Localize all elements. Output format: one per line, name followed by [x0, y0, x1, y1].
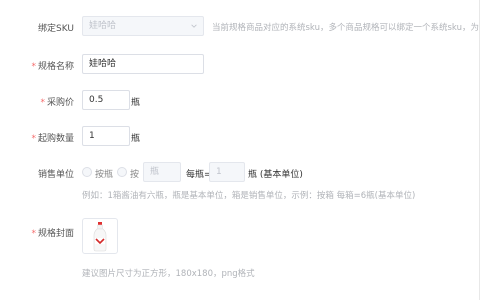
per-bottle-label: 每瓶=: [186, 170, 212, 180]
bottle-image: [93, 222, 107, 252]
radio-by-bottle[interactable]: [82, 167, 92, 177]
radio-by-bottle-label[interactable]: 按瓶: [95, 167, 113, 180]
min-qty-value: 1: [89, 131, 95, 141]
sales-unit-example: 例如：1箱酱油有六瓶，瓶是基本单位，箱是销售单位，示例：按箱 每箱=6瓶(基本单…: [82, 191, 416, 201]
sku-select[interactable]: 娃哈哈: [82, 16, 204, 36]
required-mark: *: [31, 229, 36, 239]
sku-label: 绑定SKU: [38, 24, 74, 34]
spec-name-label: * 规格名称: [31, 62, 74, 72]
box-unit-input[interactable]: 瓶: [143, 162, 181, 182]
radio-by-unit-label[interactable]: 按: [130, 167, 139, 180]
panel-divider: [479, 0, 480, 300]
spec-name-value: 娃哈哈: [89, 59, 117, 69]
min-qty-label: * 起购数量: [31, 134, 74, 144]
purchase-price-value: 0.5: [89, 95, 104, 105]
required-mark: *: [40, 98, 45, 108]
cover-hint: 建议图片尺寸为正方形，180x180，png格式: [82, 269, 255, 279]
required-mark: *: [31, 62, 36, 72]
spec-name-input[interactable]: 娃哈哈: [82, 54, 204, 74]
base-qty-value: 1: [216, 167, 222, 177]
cover-label: * 规格封面: [31, 229, 74, 239]
base-qty-input[interactable]: 1: [209, 162, 245, 182]
min-qty-input[interactable]: 1: [82, 126, 130, 146]
min-qty-unit: 瓶: [131, 134, 141, 144]
chevron-down-icon: [191, 24, 197, 28]
purchase-price-unit: 瓶: [131, 98, 141, 108]
sku-select-value: 娃哈哈: [89, 21, 117, 31]
purchase-price-input[interactable]: 0.5: [82, 90, 130, 110]
sales-unit-label: 销售单位: [37, 170, 74, 180]
box-unit-placeholder: 瓶: [150, 167, 160, 177]
purchase-price-label: * 采购价: [40, 98, 74, 108]
base-unit-suffix: 瓶 (基本单位): [248, 170, 303, 180]
radio-by-unit[interactable]: [117, 167, 127, 177]
required-mark: *: [31, 134, 36, 144]
sku-hint: 当前规格商品对应的系统sku，多个商品规格可以绑定一个系统sku，为: [212, 23, 479, 33]
cover-image[interactable]: [82, 218, 118, 254]
